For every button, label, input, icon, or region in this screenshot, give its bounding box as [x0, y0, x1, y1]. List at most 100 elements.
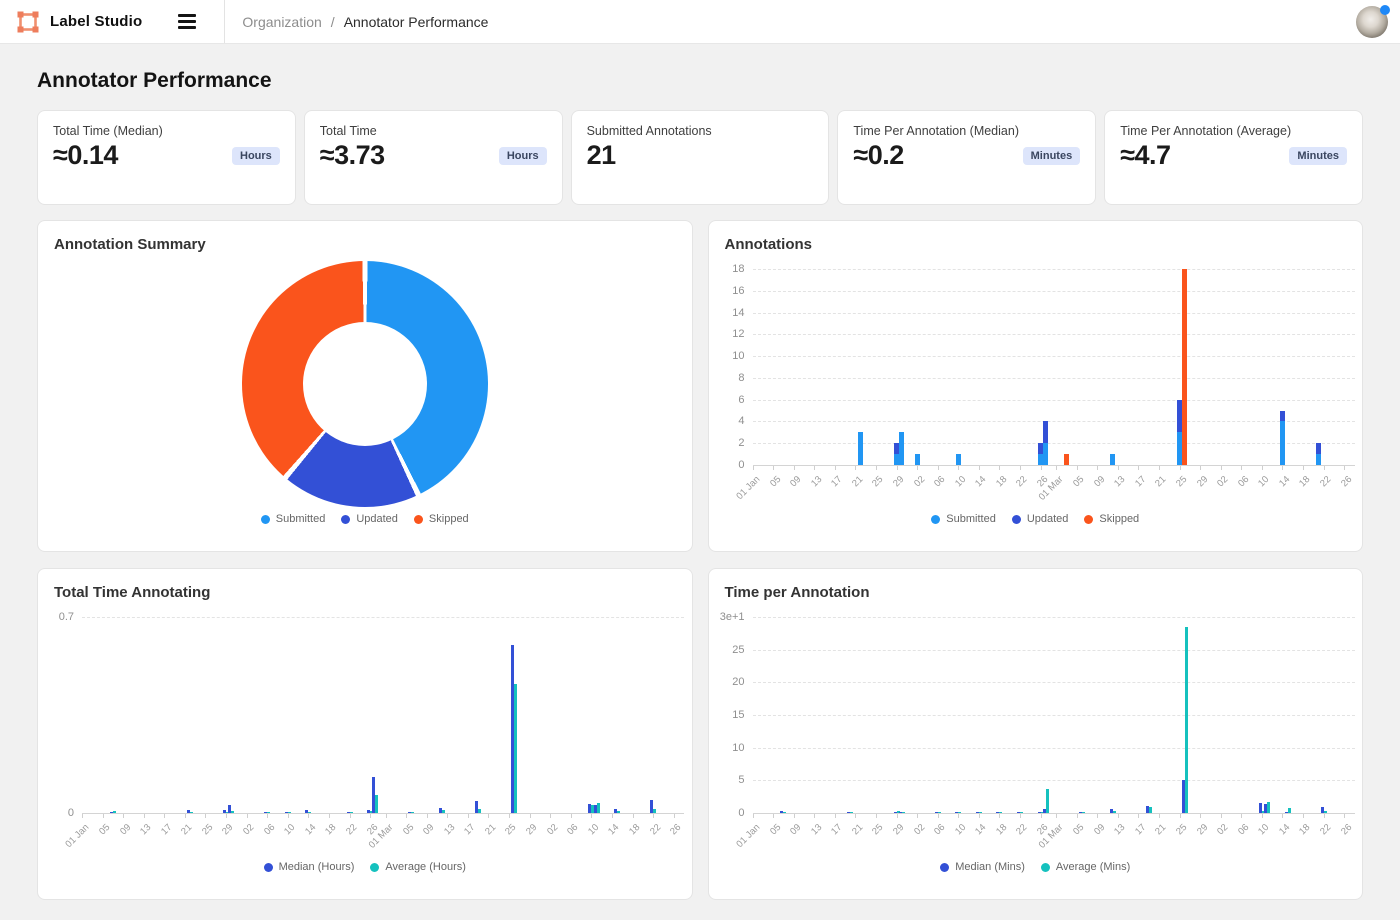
- x-axis-tick: [999, 466, 1000, 470]
- x-axis-tick: [103, 814, 104, 818]
- bar-average: [1046, 789, 1049, 813]
- stat-card-total-time-median: Total Time (Median) ≈0.14Hours: [37, 110, 296, 205]
- x-axis-label-text: 14: [1277, 822, 1292, 837]
- y-axis-label: 8: [711, 372, 745, 384]
- bar-submitted: [956, 454, 961, 465]
- x-axis-label-text: 17: [829, 822, 844, 837]
- bar-average: [617, 811, 620, 813]
- x-axis-label-text: 21: [1153, 474, 1168, 489]
- x-axis-label-text: 05: [401, 822, 416, 837]
- x-axis-label-text: 18: [627, 822, 642, 837]
- brand: Label Studio: [0, 10, 142, 34]
- x-axis-label-text: 29: [891, 474, 906, 489]
- menu-toggle-button[interactable]: [174, 10, 200, 33]
- legend-label: Average (Hours): [385, 861, 466, 873]
- x-axis-label-text: 05: [768, 822, 783, 837]
- breadcrumb-organization[interactable]: Organization: [242, 14, 321, 30]
- x-axis-tick: [1303, 814, 1304, 818]
- stat-label: Time Per Annotation (Median): [853, 124, 1080, 138]
- x-axis-tick: [591, 814, 592, 818]
- x-axis-tick: [488, 814, 489, 818]
- x-axis-tick: [794, 466, 795, 470]
- x-axis-tick: [329, 814, 330, 818]
- chart-legend: SubmittedUpdatedSkipped: [709, 513, 1363, 525]
- stat-card-time-per-annotation-average: Time Per Annotation (Average) ≈4.7Minute…: [1104, 110, 1363, 205]
- legend-item: Submitted: [261, 513, 326, 525]
- unit-badge: Hours: [499, 147, 547, 165]
- bar-average: [350, 812, 353, 813]
- x-axis-label-text: 01 Jan: [64, 822, 92, 850]
- x-axis-tick: [1241, 814, 1242, 818]
- x-axis-label-text: 02: [1215, 474, 1230, 489]
- x-axis-label-text: 21: [483, 822, 498, 837]
- stat-cards-row: Total Time (Median) ≈0.14Hours Total Tim…: [37, 110, 1363, 205]
- legend-dot-icon: [370, 863, 379, 872]
- legend-dot-icon: [1084, 515, 1093, 524]
- bar-average: [902, 812, 905, 813]
- total-time-annotating-card: Total Time Annotating 00.701 Jan05091317…: [37, 568, 693, 900]
- x-axis-label-text: 09: [421, 822, 436, 837]
- x-axis-tick: [876, 466, 877, 470]
- gridline: [753, 443, 1355, 444]
- x-axis-tick: [1344, 466, 1345, 470]
- legend-dot-icon: [931, 515, 940, 524]
- legend-dot-icon: [1041, 863, 1050, 872]
- legend-item: Updated: [341, 513, 398, 525]
- legend-label: Submitted: [276, 513, 326, 525]
- bar-average: [1185, 627, 1188, 813]
- x-axis-label-text: 01 Jan: [734, 822, 762, 850]
- x-axis-tick: [917, 466, 918, 470]
- x-axis-tick: [267, 814, 268, 818]
- x-axis-tick: [979, 466, 980, 470]
- online-status-dot: [1380, 5, 1390, 15]
- x-axis-label-text: 21: [850, 474, 865, 489]
- x-axis-label-text: 10: [1256, 822, 1271, 837]
- x-axis-label-text: 10: [282, 822, 297, 837]
- x-axis-label-text: 13: [809, 822, 824, 837]
- x-axis-tick: [876, 814, 877, 818]
- x-axis-tick: [1077, 466, 1078, 470]
- legend-item: Skipped: [414, 513, 469, 525]
- y-axis-label: 4: [711, 415, 745, 427]
- legend-dot-icon: [341, 515, 350, 524]
- annotations-card: Annotations 02468101214161801 Jan0509131…: [708, 220, 1364, 552]
- bar-average: [190, 812, 193, 813]
- x-axis-tick: [1159, 466, 1160, 470]
- gridline: [753, 650, 1355, 651]
- x-axis-tick: [447, 814, 448, 818]
- x-axis-tick: [794, 814, 795, 818]
- x-axis-tick: [773, 466, 774, 470]
- x-axis-label-text: 06: [565, 822, 580, 837]
- bar-submitted: [858, 432, 863, 465]
- x-axis-tick: [1041, 814, 1042, 818]
- x-axis-label-text: 02: [241, 822, 256, 837]
- stat-value: ≈0.2: [853, 140, 903, 171]
- stat-label: Submitted Annotations: [587, 124, 814, 138]
- x-axis-label-text: 09: [1092, 822, 1107, 837]
- stat-value: 21: [587, 140, 616, 171]
- x-axis-label-text: 18: [994, 822, 1009, 837]
- x-axis-label-text: 13: [1112, 822, 1127, 837]
- user-avatar[interactable]: [1356, 6, 1388, 38]
- x-axis-tick: [835, 814, 836, 818]
- gridline: [753, 682, 1355, 683]
- bar-updated: [1316, 443, 1321, 454]
- legend-label: Skipped: [429, 513, 469, 525]
- x-axis-tick: [958, 466, 959, 470]
- x-axis-tick: [633, 814, 634, 818]
- stat-label: Total Time (Median): [53, 124, 280, 138]
- x-axis-label-text: 18: [1298, 822, 1313, 837]
- x-axis-label-text: 29: [221, 822, 236, 837]
- gridline: [753, 715, 1355, 716]
- bar-average: [514, 684, 517, 813]
- y-axis-label: 0: [711, 807, 745, 819]
- bar-average: [1020, 812, 1023, 813]
- stat-card-time-per-annotation-median: Time Per Annotation (Median) ≈0.2Minutes: [837, 110, 1096, 205]
- gridline: [753, 813, 1355, 814]
- bar-average: [850, 812, 853, 813]
- x-axis-tick: [164, 814, 165, 818]
- bar-average: [1149, 807, 1152, 813]
- breadcrumb: Organization / Annotator Performance: [242, 14, 488, 30]
- gridline: [753, 748, 1355, 749]
- x-axis-tick: [653, 814, 654, 818]
